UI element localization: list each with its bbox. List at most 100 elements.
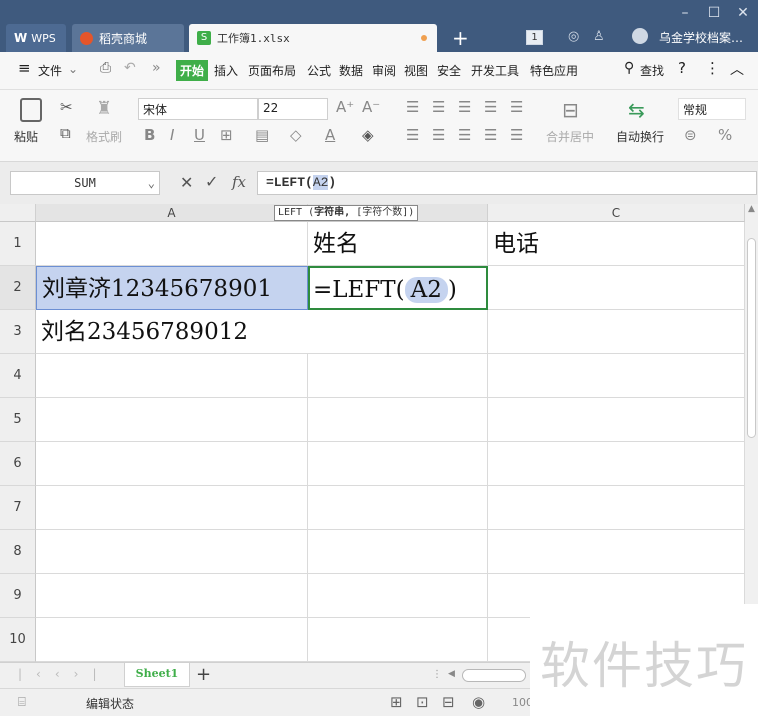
new-tab-button[interactable]: + <box>452 26 469 50</box>
menu-file[interactable]: 文件 <box>38 62 62 79</box>
cell-style-icon[interactable]: ▤ <box>255 126 269 144</box>
help-icon[interactable]: ? <box>678 59 686 77</box>
split-handle-icon[interactable]: ⋮ <box>432 669 442 680</box>
tab-wps[interactable]: W WPS <box>6 24 66 52</box>
menu-insert[interactable]: 插入 <box>214 62 238 79</box>
insert-function-icon[interactable]: fx <box>232 173 246 191</box>
menu-page-layout[interactable]: 页面布局 <box>248 62 296 79</box>
minimize-icon[interactable]: – <box>674 4 696 22</box>
cell-b1[interactable]: 姓名 <box>308 222 488 266</box>
grid-cell[interactable] <box>36 530 308 574</box>
cell-c1[interactable]: 电话 <box>488 222 745 266</box>
cell-a1[interactable] <box>36 222 308 266</box>
font-color-icon[interactable]: A <box>325 126 335 144</box>
paste-button[interactable]: 粘贴 <box>14 128 38 145</box>
row-header[interactable]: 3 <box>0 310 36 354</box>
cut-icon[interactable]: ✂ <box>60 98 73 116</box>
menu-view[interactable]: 视图 <box>404 62 428 79</box>
search-button[interactable]: 查找 <box>640 62 664 79</box>
copy-icon[interactable]: ⧉ <box>60 124 71 142</box>
eye-protection-icon[interactable]: ◉ <box>472 693 485 711</box>
grid-cell[interactable] <box>36 618 308 662</box>
align-bottom-icon[interactable]: ☰ <box>458 98 471 116</box>
row-header[interactable]: 5 <box>0 398 36 442</box>
grid-cell[interactable] <box>308 442 488 486</box>
window-count-badge[interactable]: 1 <box>526 30 543 45</box>
grid-cell[interactable] <box>488 354 745 398</box>
normal-view-icon[interactable]: ⊞ <box>390 693 403 711</box>
search-icon[interactable]: ⚲ <box>624 60 634 76</box>
grid-cell[interactable] <box>308 574 488 618</box>
grid-cell[interactable] <box>488 530 745 574</box>
grid-cell[interactable] <box>36 486 308 530</box>
merge-center-icon[interactable]: ⊟ <box>562 98 579 122</box>
confirm-icon[interactable]: ✓ <box>205 172 218 191</box>
align-middle-icon[interactable]: ☰ <box>432 98 445 116</box>
grid-cell[interactable] <box>488 442 745 486</box>
menu-start[interactable]: 开始 <box>176 60 209 81</box>
scroll-up-icon[interactable]: ▲ <box>745 204 758 222</box>
wrap-text-button[interactable]: 自动换行 <box>616 128 664 145</box>
more-icon[interactable]: ⋮ <box>705 59 720 77</box>
collapse-ribbon-icon[interactable]: ︿ <box>730 59 744 79</box>
menu-developer[interactable]: 开发工具 <box>471 62 519 79</box>
border-icon[interactable]: ⊞ <box>220 126 233 144</box>
tab-workbook[interactable]: S 工作簿1.xlsx <box>189 24 437 52</box>
grid-cell[interactable] <box>308 618 488 662</box>
font-grow-icon[interactable]: A⁺ <box>336 98 354 116</box>
bold-icon[interactable]: B <box>144 126 155 144</box>
row-header[interactable]: 8 <box>0 530 36 574</box>
cell-b2-active[interactable]: =LEFT(A2) <box>308 266 488 310</box>
scrollbar-thumb[interactable] <box>747 238 756 438</box>
fill-color-icon[interactable]: ◇ <box>290 126 302 144</box>
menu-review[interactable]: 审阅 <box>372 62 396 79</box>
grid-cell[interactable] <box>308 354 488 398</box>
scroll-left-icon[interactable]: ◀ <box>448 669 455 679</box>
cancel-icon[interactable]: ✕ <box>180 173 193 192</box>
percent-icon[interactable]: % <box>718 126 732 144</box>
column-header-c[interactable]: C <box>488 204 745 222</box>
row-header[interactable]: 7 <box>0 486 36 530</box>
paste-icon[interactable] <box>20 98 42 122</box>
grid-cell[interactable] <box>308 310 488 354</box>
grid-cell[interactable] <box>36 574 308 618</box>
select-all-corner[interactable] <box>0 204 36 222</box>
close-icon[interactable]: ✕ <box>732 4 754 22</box>
macro-icon[interactable]: ⌸ <box>18 695 26 710</box>
undo-icon[interactable]: ↶ <box>124 60 136 76</box>
format-painter-button[interactable]: 格式刷 <box>86 128 122 145</box>
grid-cell[interactable] <box>36 442 308 486</box>
menu-data[interactable]: 数据 <box>339 62 363 79</box>
more-chevron-icon[interactable]: » <box>152 60 161 76</box>
indent-left-icon[interactable]: ☰ <box>484 98 497 116</box>
number-format-select[interactable]: 常规 <box>678 98 746 120</box>
wrap-text-icon[interactable]: ⇆ <box>628 98 645 122</box>
indent-right-icon[interactable]: ☰ <box>510 98 523 116</box>
skin-icon[interactable]: ♙ <box>593 29 605 44</box>
row-header[interactable]: 4 <box>0 354 36 398</box>
grid-cell[interactable] <box>36 398 308 442</box>
horizontal-scrollbar[interactable] <box>462 669 526 682</box>
user-name[interactable]: 乌金学校档案… <box>659 29 743 46</box>
distribute-icon[interactable]: ☰ <box>510 126 523 144</box>
align-left-icon[interactable]: ☰ <box>406 126 419 144</box>
formula-input[interactable]: =LEFT(A2) <box>257 171 757 195</box>
row-header[interactable]: 1 <box>0 222 36 266</box>
vertical-scrollbar[interactable] <box>745 222 758 604</box>
sync-icon[interactable]: ◎ <box>568 29 579 44</box>
hamburger-icon[interactable]: ≡ <box>18 59 31 77</box>
page-break-icon[interactable]: ⊡ <box>416 693 429 711</box>
row-header[interactable]: 9 <box>0 574 36 618</box>
row-header[interactable]: 10 <box>0 618 36 662</box>
cell-a2[interactable]: 刘章济12345678901 <box>36 266 308 310</box>
grid-cell[interactable] <box>308 486 488 530</box>
align-top-icon[interactable]: ☰ <box>406 98 419 116</box>
sheet-nav-icon[interactable]: |‹‹›| <box>18 667 110 681</box>
chevron-down-icon[interactable]: ⌄ <box>68 62 78 76</box>
underline-icon[interactable]: U <box>194 126 205 144</box>
align-center-icon[interactable]: ☰ <box>432 126 445 144</box>
grid-cell[interactable] <box>488 398 745 442</box>
row-header[interactable]: 6 <box>0 442 36 486</box>
page-layout-icon[interactable]: ⊟ <box>442 693 455 711</box>
row-header[interactable]: 2 <box>0 266 36 310</box>
